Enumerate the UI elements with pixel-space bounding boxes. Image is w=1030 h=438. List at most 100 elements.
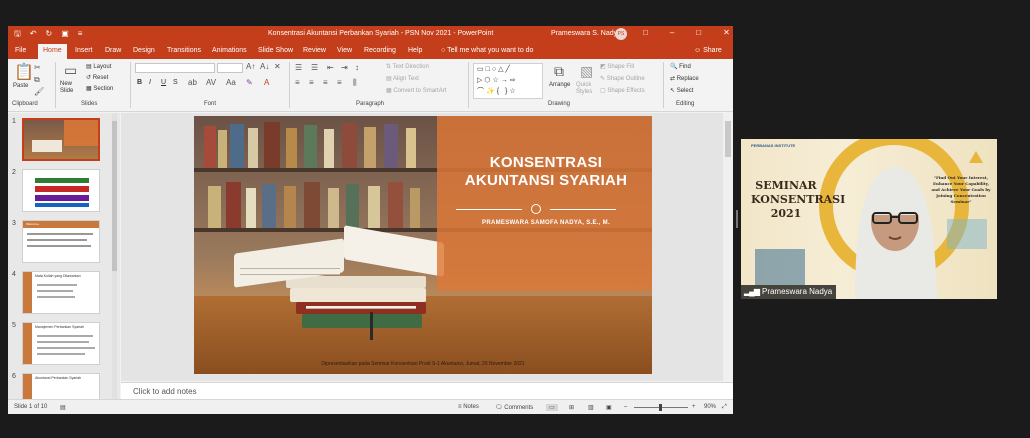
notes-pane[interactable]: Click to add notes — [121, 382, 733, 399]
tab-draw[interactable]: Draw — [105, 47, 121, 54]
shelf-book — [264, 122, 280, 168]
tab-file[interactable]: File — [15, 47, 26, 54]
new-slide-icon[interactable]: ▭ — [64, 62, 77, 79]
convert-smartart-button[interactable]: ▦ Convert to SmartArt — [386, 87, 446, 94]
arrange-button[interactable]: Arrange — [549, 82, 570, 88]
align-text-button[interactable]: ▤ Align Text — [386, 75, 419, 82]
close-icon[interactable]: ✕ — [723, 28, 730, 37]
find-button[interactable]: 🔍 Find — [670, 63, 691, 70]
tab-insert[interactable]: Insert — [75, 47, 93, 54]
paste-icon[interactable]: 📋 — [14, 62, 34, 82]
bullets-icon[interactable]: ☰ — [295, 63, 302, 72]
tab-slide-show[interactable]: Slide Show — [258, 47, 293, 54]
reset-button[interactable]: ↺ Reset — [86, 74, 108, 81]
ribbon-display-icon[interactable]: □ — [643, 28, 648, 37]
present-icon[interactable]: ▣ — [61, 29, 69, 39]
tell-me-search[interactable]: ○ Tell me what you want to do — [441, 47, 533, 54]
undo-icon[interactable]: ↶ — [30, 29, 37, 39]
decrease-indent-icon[interactable]: ⇤ — [327, 63, 334, 72]
zoom-out-button[interactable]: – — [624, 404, 627, 410]
font-color-icon[interactable]: A — [264, 78, 269, 87]
shape-fill-button[interactable]: ◩ Shape Fill — [600, 63, 634, 70]
italic-button[interactable]: I — [149, 79, 151, 86]
participant-video-tile[interactable]: PERBANAS INSTITUTE SEMINAR KONSENTRASI 2… — [741, 139, 997, 299]
fit-slide-icon[interactable]: ⤢ — [722, 404, 727, 411]
arrange-icon[interactable]: ⧉ — [554, 63, 564, 80]
tab-animations[interactable]: Animations — [212, 47, 247, 54]
scrollbar-thumb[interactable] — [112, 121, 117, 271]
shapes-gallery[interactable]: ▭□○△╱ ▷⬡☆→⇨ ⌒✨{ }☆ — [473, 63, 543, 99]
reading-view-icon[interactable]: ▥ — [588, 404, 594, 411]
user-name[interactable]: Prameswara S. Nadya — [551, 30, 621, 37]
align-right-icon[interactable]: ≡ — [323, 78, 328, 87]
save-icon[interactable]: 🖫 — [14, 29, 21, 39]
highlight-icon[interactable]: ✎ — [246, 78, 253, 87]
font-name-combo[interactable] — [135, 63, 215, 73]
redo-icon[interactable]: ↻ — [46, 29, 53, 39]
tab-recording[interactable]: Recording — [364, 47, 396, 54]
char-spacing-icon[interactable]: AV — [206, 78, 216, 87]
align-center-icon[interactable]: ≡ — [309, 78, 314, 87]
text-direction-button[interactable]: ⇅ Text Direction — [386, 63, 429, 70]
clear-format-icon[interactable]: ✕ — [274, 62, 281, 71]
grow-font-icon[interactable]: A↑ — [246, 62, 255, 71]
panel-resize-handle[interactable] — [736, 210, 738, 228]
replace-button[interactable]: ⇄ Replace — [670, 75, 699, 82]
select-button[interactable]: ↖ Select — [670, 87, 693, 94]
thumbnail-slide-2[interactable] — [22, 169, 100, 212]
increase-indent-icon[interactable]: ⇥ — [341, 63, 348, 72]
tab-view[interactable]: View — [337, 47, 352, 54]
bold-button[interactable]: B — [137, 79, 142, 86]
paste-button[interactable]: Paste — [13, 83, 28, 89]
layout-button[interactable]: ▤ Layout — [86, 63, 111, 70]
copy-icon[interactable]: ⧉ — [34, 75, 40, 85]
thumbnail-slide-5[interactable]: Manajemen Perbankan Syariah — [22, 322, 100, 365]
cut-icon[interactable]: ✂ — [34, 63, 41, 72]
align-left-icon[interactable]: ≡ — [295, 78, 300, 87]
notes-button[interactable]: ≡ Notes — [458, 404, 479, 410]
share-button[interactable]: ☺ Share — [694, 47, 722, 54]
zoom-slider-handle[interactable] — [659, 404, 662, 411]
spelling-icon[interactable]: ▤ — [60, 404, 66, 411]
avatar[interactable]: PS — [615, 28, 627, 40]
shadow-icon[interactable]: ab — [188, 78, 197, 87]
tab-help[interactable]: Help — [408, 47, 422, 54]
thumbnail-slide-3[interactable]: Welcome... — [22, 220, 100, 263]
justify-icon[interactable]: ≡ — [337, 78, 342, 87]
slide-canvas[interactable]: KONSENTRASI AKUNTANSI SYARIAH PRAMESWARA… — [194, 116, 652, 374]
shape-outline-button[interactable]: ✎ Shape Outline — [600, 75, 645, 82]
change-case-icon[interactable]: Aa — [226, 78, 236, 87]
comments-button[interactable]: 🗨 Comments — [495, 404, 533, 411]
thumbnail-slide-4[interactable]: Mata Kuliah yang Ditawarkan — [22, 271, 100, 314]
thumbnail-slide-6[interactable]: Akuntansi Perbankan Syariah — [22, 373, 100, 399]
tab-design[interactable]: Design — [133, 47, 155, 54]
maximize-icon[interactable]: □ — [696, 28, 701, 37]
zoom-level[interactable]: 90% — [704, 404, 716, 410]
format-painter-icon[interactable]: 🖌 — [34, 87, 44, 96]
minimize-icon[interactable]: – — [670, 28, 674, 37]
thumbnail-slide-1[interactable] — [22, 118, 100, 161]
line-spacing-icon[interactable]: ↕ — [355, 63, 359, 72]
scrollbar-thumb[interactable] — [725, 121, 731, 157]
quick-styles-icon[interactable]: ▧ — [580, 63, 593, 80]
columns-icon[interactable]: ⫼ — [353, 78, 357, 88]
new-slide-button[interactable]: New Slide — [60, 81, 82, 95]
tab-transitions[interactable]: Transitions — [167, 47, 201, 54]
shrink-font-icon[interactable]: A↓ — [260, 62, 269, 71]
tab-review[interactable]: Review — [303, 47, 326, 54]
customize-icon[interactable]: ≡ — [78, 29, 83, 39]
normal-view-icon[interactable]: ▭ — [546, 404, 558, 411]
slide-sorter-icon[interactable]: ⊞ — [569, 404, 574, 411]
tab-home[interactable]: Home — [38, 44, 67, 59]
zoom-in-button[interactable]: + — [692, 404, 696, 410]
thumbnail-scrollbar[interactable] — [112, 113, 117, 399]
editor-scrollbar[interactable] — [723, 113, 733, 381]
section-button[interactable]: ▦ Section — [86, 85, 113, 92]
quick-styles-button[interactable]: Quick Styles — [576, 82, 600, 96]
strikethrough-button[interactable]: S — [173, 79, 178, 86]
slideshow-icon[interactable]: ▣ — [606, 404, 612, 411]
shape-effects-button[interactable]: ▢ Shape Effects — [600, 87, 645, 94]
numbering-icon[interactable]: ☰ — [311, 63, 318, 72]
font-size-combo[interactable] — [217, 63, 243, 73]
underline-button[interactable]: U — [161, 79, 166, 86]
